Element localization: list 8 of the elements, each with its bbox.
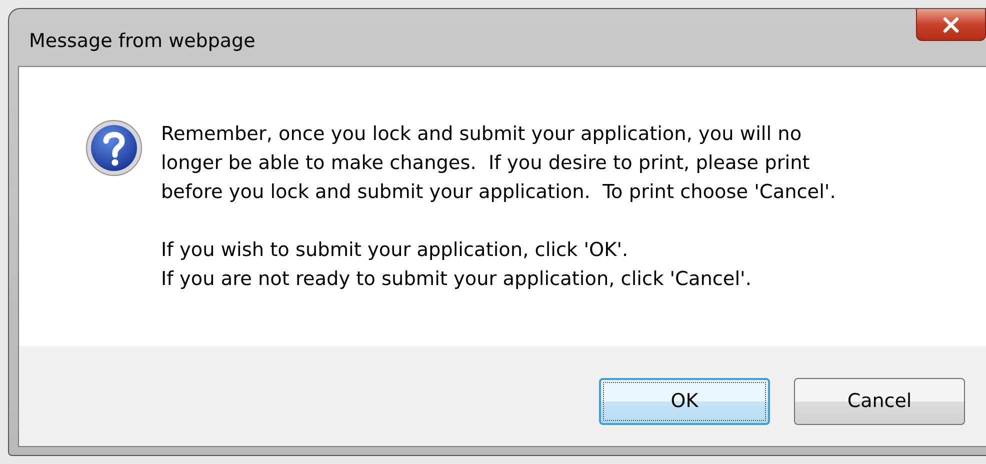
dialog-button[interactable]: Cancel bbox=[794, 378, 965, 424]
window-title: Message from webpage bbox=[29, 30, 256, 52]
message-text: If you wish to submit your application, click 'OK'. If you are not ready to submit your application, click 'Cancel'. bbox=[161, 237, 752, 292]
question-icon bbox=[85, 119, 143, 177]
dialog-button[interactable]: OK bbox=[599, 378, 770, 424]
close-icon bbox=[942, 16, 960, 32]
message-text: Remember, once you lock and submit your application, you will no longer be able to make changes. If you desire to print, please print before you lock and submit your application. To print choose 'Cancel'. bbox=[161, 121, 836, 205]
close-button[interactable] bbox=[916, 9, 986, 41]
